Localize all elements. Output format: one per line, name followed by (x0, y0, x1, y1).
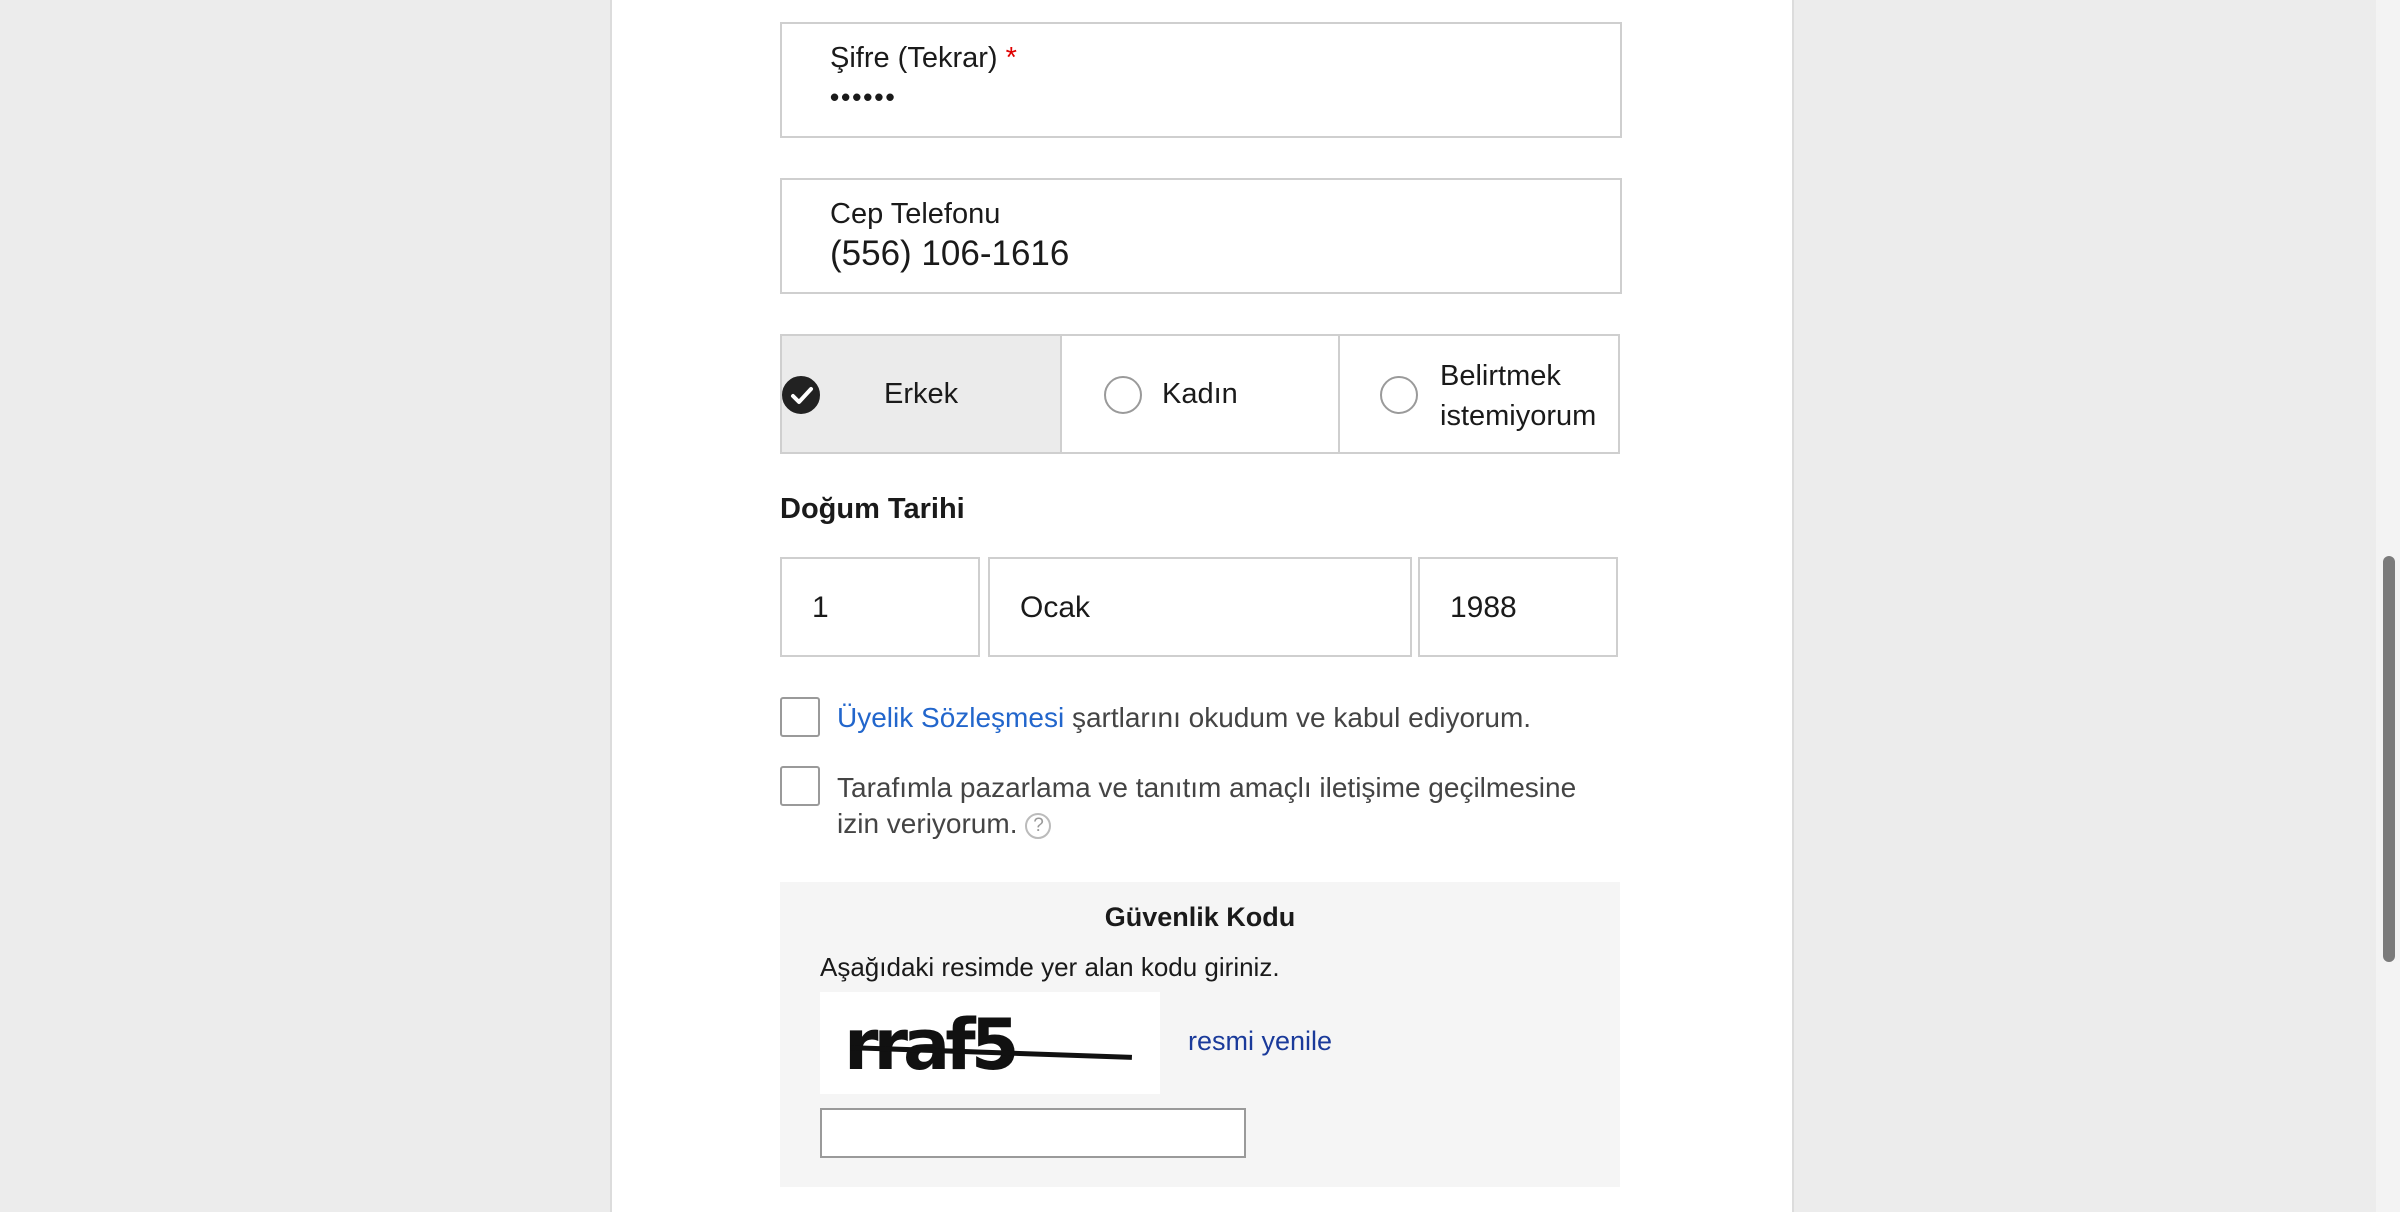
gender-option-kadin[interactable]: Kadın (1060, 334, 1340, 454)
birth-month-value: Ocak (1020, 591, 1091, 624)
radio-icon (1380, 376, 1418, 414)
password-confirm-field[interactable]: Şifre (Tekrar) * •••••• (780, 22, 1622, 138)
radio-icon (1104, 376, 1142, 414)
help-icon[interactable]: ? (1025, 812, 1052, 839)
marketing-line-2: izin veriyorum.? (837, 806, 1576, 842)
birth-day-select[interactable]: 1 (780, 557, 980, 657)
check-icon (782, 376, 820, 414)
captcha-input[interactable] (820, 1108, 1246, 1158)
terms-link[interactable]: Üyelik Sözleşmesi (837, 702, 1064, 733)
password-confirm-value[interactable]: •••••• (830, 82, 897, 113)
terms-suffix: şartlarını okudum ve kabul ediyorum. (1064, 702, 1532, 733)
marketing-checkbox[interactable] (780, 766, 820, 806)
gender-option-erkek[interactable]: Erkek (780, 334, 1062, 454)
captcha-title: Güvenlik Kodu (1104, 902, 1296, 932)
birth-year-select[interactable]: 1988 (1418, 557, 1618, 657)
birth-date-title: Doğum Tarihi (780, 493, 965, 525)
gender-label-belirtmek: Belirtmek istemiyorum (1440, 360, 1597, 432)
captcha-refresh-link[interactable]: resmi yenile (1188, 1026, 1332, 1057)
birth-month-select[interactable]: Ocak (988, 557, 1412, 657)
terms-checkbox[interactable] (780, 697, 820, 737)
birth-day-value: 1 (812, 591, 829, 624)
required-mark: * (1005, 42, 1017, 74)
gender-option-belirtmek[interactable]: Belirtmek istemiyorum (1338, 334, 1620, 454)
scrollbar-thumb[interactable] (2383, 556, 2395, 962)
phone-label: Cep Telefonu (830, 198, 1001, 230)
password-confirm-label: Şifre (Tekrar) * (830, 42, 1017, 74)
gender-label-erkek: Erkek (884, 378, 959, 410)
captcha-instruction: Aşağıdaki resimde yer alan kodu giriniz. (820, 952, 1280, 982)
captcha-image: rraf5 (820, 992, 1160, 1094)
birth-year-value: 1988 (1450, 591, 1517, 624)
phone-field[interactable]: Cep Telefonu (556) 106-1616 (780, 178, 1622, 294)
terms-text: Üyelik Sözleşmesi şartlarını okudum ve k… (837, 700, 1531, 736)
phone-value[interactable]: (556) 106-1616 (830, 234, 1069, 274)
gender-label-kadin: Kadın (1162, 378, 1238, 410)
marketing-line-1: Tarafımla pazarlama ve tanıtım amaçlı il… (837, 772, 1577, 803)
marketing-text: Tarafımla pazarlama ve tanıtım amaçlı il… (837, 770, 1576, 842)
captcha-panel: Güvenlik Kodu Aşağıdaki resimde yer alan… (780, 882, 1620, 1187)
